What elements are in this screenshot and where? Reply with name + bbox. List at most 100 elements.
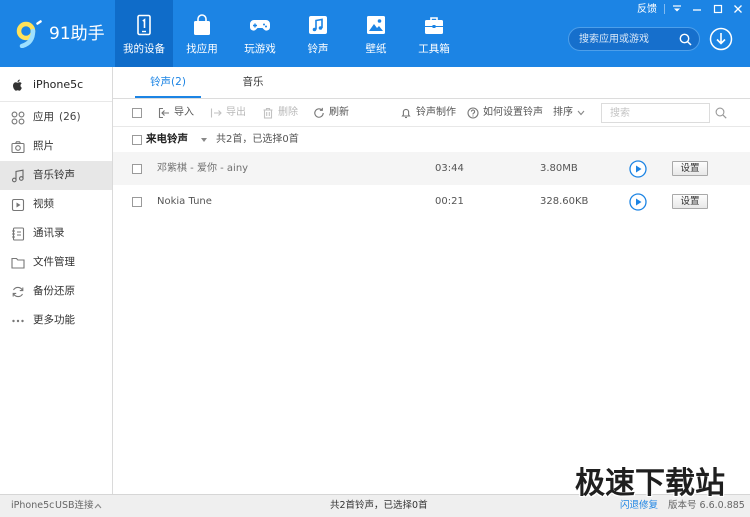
sidebar-item-backup-restore[interactable]: 备份还原 — [0, 277, 112, 306]
nav-tab-label: 壁纸 — [365, 43, 387, 55]
sidebar: iPhone5c 应用 (26) 照片 音乐铃声 视频 通讯录 文件管理 备份还… — [0, 67, 113, 494]
set-ringtone-button[interactable]: 设置 — [672, 194, 708, 209]
nav-tab-label: 玩游戏 — [244, 43, 276, 55]
search-icon[interactable] — [679, 33, 692, 46]
device-icon — [137, 14, 151, 36]
table-row[interactable]: Nokia Tune 00:21 328.60KB 设置 — [113, 185, 750, 218]
export-button[interactable]: 导出 — [210, 99, 250, 127]
app-search-box — [568, 27, 700, 51]
minimize-icon[interactable] — [691, 3, 703, 15]
app-search-input[interactable] — [579, 31, 677, 47]
set-ringtone-button[interactable]: 设置 — [672, 161, 708, 176]
row-checkbox[interactable] — [132, 163, 142, 174]
watermark: 极速下载站 — [575, 466, 725, 501]
apps-count: (26) — [59, 111, 81, 123]
sort-label: 排序 — [553, 107, 573, 118]
toolbox-icon — [425, 17, 443, 34]
how-to-set-ringtone-link[interactable]: 如何设置铃声 — [467, 99, 543, 127]
main-panel: 铃声(2) 音乐 导入 导出 删除 刷新 铃声制作 如何设置铃声 排序 搜索 来… — [113, 67, 750, 494]
apps-icon — [11, 111, 25, 124]
music-note-icon — [309, 16, 327, 34]
sort-dropdown[interactable]: 排序 — [553, 99, 587, 127]
sidebar-item-label: 更多功能 — [33, 314, 75, 326]
main-nav: 我的设备 找应用 玩游戏 铃声 壁纸 工具箱 — [115, 0, 463, 67]
nav-tab-label: 我的设备 — [123, 43, 165, 55]
folder-icon — [11, 257, 25, 269]
play-icon[interactable] — [629, 159, 647, 178]
ringtone-duration: 00:21 — [435, 196, 464, 207]
app-name: 91助手 — [49, 24, 105, 44]
tab-ringtones[interactable]: 铃声(2) — [135, 67, 201, 98]
sidebar-item-file-manager[interactable]: 文件管理 — [0, 248, 112, 277]
nav-tab-ringtones[interactable]: 铃声 — [289, 0, 347, 67]
sidebar-item-label: 备份还原 — [33, 285, 75, 297]
ringtone-search-input[interactable] — [610, 106, 705, 120]
sidebar-item-contacts[interactable]: 通讯录 — [0, 219, 112, 248]
table-row[interactable]: 邓紫棋 - 爱你 - ainy 03:44 3.80MB 设置 — [113, 152, 750, 185]
sidebar-item-photos[interactable]: 照片 — [0, 132, 112, 161]
import-button[interactable]: 导入 — [158, 99, 198, 127]
sidebar-item-label: 照片 — [33, 140, 54, 152]
group-checkbox[interactable] — [132, 134, 142, 145]
sidebar-item-videos[interactable]: 视频 — [0, 190, 112, 219]
make-ringtone-button[interactable]: 铃声制作 — [400, 99, 460, 127]
maximize-icon[interactable] — [712, 3, 724, 15]
bell-icon — [401, 108, 411, 119]
search-icon[interactable] — [715, 107, 727, 119]
refresh-button[interactable]: 刷新 — [313, 99, 355, 127]
status-connection: USB连接 — [55, 500, 94, 511]
sidebar-item-music-ringtones[interactable]: 音乐铃声 — [0, 161, 112, 190]
menu-icon[interactable] — [671, 3, 683, 15]
logo-icon — [16, 20, 42, 48]
sidebar-item-apps[interactable]: 应用 (26) — [0, 103, 112, 132]
chevron-up-icon[interactable] — [94, 503, 102, 509]
apple-icon — [13, 79, 22, 91]
import-icon — [158, 107, 169, 119]
import-label: 导入 — [174, 107, 194, 118]
delete-button[interactable]: 删除 — [262, 99, 302, 127]
row-checkbox[interactable] — [132, 196, 142, 207]
backup-icon — [12, 286, 24, 297]
close-icon[interactable] — [732, 3, 744, 15]
download-icon[interactable] — [709, 27, 733, 51]
refresh-label: 刷新 — [329, 107, 349, 118]
sidebar-item-text: 应用 — [33, 111, 54, 123]
nav-tab-wallpapers[interactable]: 壁纸 — [347, 0, 405, 67]
select-all-checkbox[interactable] — [132, 108, 142, 118]
chevron-down-icon — [577, 110, 585, 116]
group-title: 来电铃声 — [146, 133, 188, 145]
app-logo: 91助手 — [14, 20, 110, 48]
ringtone-size: 3.80MB — [540, 163, 578, 174]
device-name: iPhone5c — [33, 78, 84, 91]
gamepad-icon — [249, 20, 271, 31]
bag-icon — [194, 14, 210, 35]
ringtone-search-box — [601, 103, 710, 123]
sidebar-item-label: 音乐铃声 — [33, 169, 75, 181]
nav-tab-label: 工具箱 — [418, 43, 450, 55]
chevron-down-icon[interactable] — [200, 137, 208, 143]
nav-tab-toolbox[interactable]: 工具箱 — [405, 0, 463, 67]
export-label: 导出 — [226, 107, 246, 118]
nav-tab-games[interactable]: 玩游戏 — [231, 0, 289, 67]
ringtone-group-header: 来电铃声 共2首，已选择0首 — [113, 127, 750, 152]
content-tabs: 铃声(2) 音乐 — [113, 67, 750, 99]
toolbar: 导入 导出 删除 刷新 铃声制作 如何设置铃声 排序 搜索 — [113, 99, 750, 127]
delete-label: 删除 — [278, 107, 298, 118]
ringtone-title: Nokia Tune — [157, 196, 212, 207]
device-header[interactable]: iPhone5c — [0, 67, 112, 102]
sidebar-item-label: 视频 — [33, 198, 54, 210]
contacts-icon — [12, 226, 25, 241]
trash-icon — [263, 107, 273, 119]
nav-tab-find-apps[interactable]: 找应用 — [173, 0, 231, 67]
nav-tab-my-device[interactable]: 我的设备 — [115, 0, 173, 67]
sidebar-item-label: 应用 (26) — [33, 103, 81, 132]
more-icon — [12, 319, 24, 322]
nav-tab-label: 铃声 — [307, 43, 329, 55]
top-header: 91助手 我的设备 找应用 玩游戏 铃声 壁纸 工具箱 反馈 搜索应用或游戏 — [0, 0, 750, 67]
picture-icon — [367, 16, 385, 34]
status-summary: 共2首铃声，已选择0首 — [330, 500, 428, 511]
sidebar-item-more[interactable]: 更多功能 — [0, 306, 112, 335]
play-icon[interactable] — [629, 192, 647, 211]
feedback-link[interactable]: 反馈 — [637, 3, 657, 16]
tab-music[interactable]: 音乐 — [223, 67, 283, 98]
